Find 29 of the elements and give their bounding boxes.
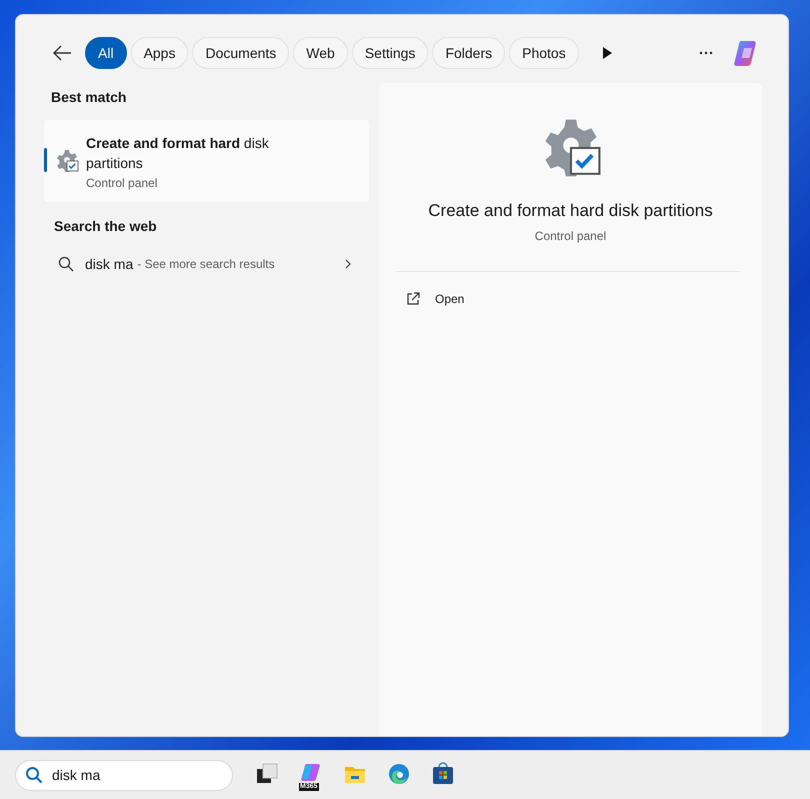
preview-subtitle: Control panel (534, 229, 606, 243)
filter-tab[interactable]: Apps (130, 37, 188, 69)
filter-tab[interactable]: Settings (352, 37, 428, 69)
chevron-right-icon[interactable] (343, 259, 353, 269)
taskbar-search-field[interactable]: disk ma (15, 760, 233, 790)
filter-tab[interactable]: Photos (509, 37, 579, 69)
browser-icon[interactable] (387, 762, 411, 786)
back-arrow-icon[interactable] (52, 43, 72, 63)
open-action[interactable]: Open (406, 292, 464, 306)
store-bag-icon[interactable] (431, 762, 455, 786)
search-icon (25, 766, 43, 784)
play-icon[interactable] (600, 47, 613, 59)
search-icon (58, 256, 74, 272)
open-external-icon (406, 292, 420, 306)
filter-tab[interactable]: Documents (192, 37, 290, 69)
task-view-icon[interactable] (255, 762, 279, 786)
web-search-hint: - See more search results (137, 257, 275, 271)
gear-checkbox-icon (55, 149, 79, 173)
filter-tab[interactable]: All (85, 37, 127, 69)
section-heading: Best match (51, 89, 128, 105)
result-item-selected[interactable]: Create and format hard disk partitions Control panel (44, 120, 369, 202)
selection-indicator (44, 148, 47, 172)
section-heading: Search the web (54, 218, 158, 234)
result-subtitle: Control panel (86, 176, 158, 190)
preview-title: Create and format hard disk partitions (428, 201, 713, 221)
filter-tab[interactable]: Web (293, 37, 348, 69)
result-title: Create and format hard disk partitions (86, 134, 270, 172)
filter-tab[interactable]: Folders (432, 37, 506, 69)
web-query[interactable]: disk ma (85, 256, 134, 272)
